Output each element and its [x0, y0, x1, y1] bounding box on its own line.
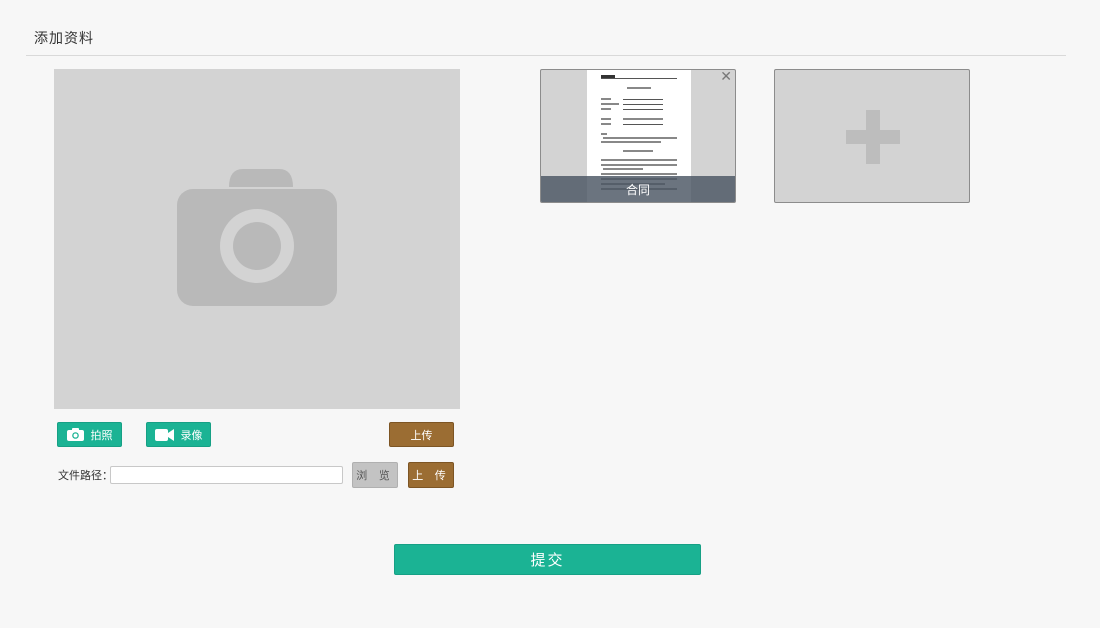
camera-icon [177, 169, 337, 306]
contract-thumbnail[interactable]: 合同 ✕ [540, 69, 736, 203]
file-path-label: 文件路径： [58, 469, 113, 482]
record-button-label: 录像 [180, 428, 203, 442]
file-upload-button[interactable]: 上 传 [408, 462, 454, 488]
title-divider [26, 55, 1066, 56]
page-title: 添加资料 [34, 31, 94, 47]
plus-icon [846, 110, 900, 164]
record-button[interactable]: 录像 [146, 422, 211, 447]
file-path-input[interactable] [110, 466, 343, 484]
camera-small-icon [66, 428, 84, 441]
photo-button[interactable]: 拍照 [57, 422, 122, 447]
browse-button[interactable]: 浏 览 [352, 462, 398, 488]
contract-caption: 合同 [541, 176, 735, 202]
close-icon[interactable]: ✕ [720, 70, 732, 84]
video-camera-icon [154, 428, 174, 441]
add-file-thumbnail[interactable] [774, 69, 970, 203]
submit-button[interactable]: 提交 [394, 544, 701, 575]
photo-button-label: 拍照 [90, 428, 113, 442]
upload-button[interactable]: 上传 [389, 422, 454, 447]
camera-preview [54, 69, 460, 409]
